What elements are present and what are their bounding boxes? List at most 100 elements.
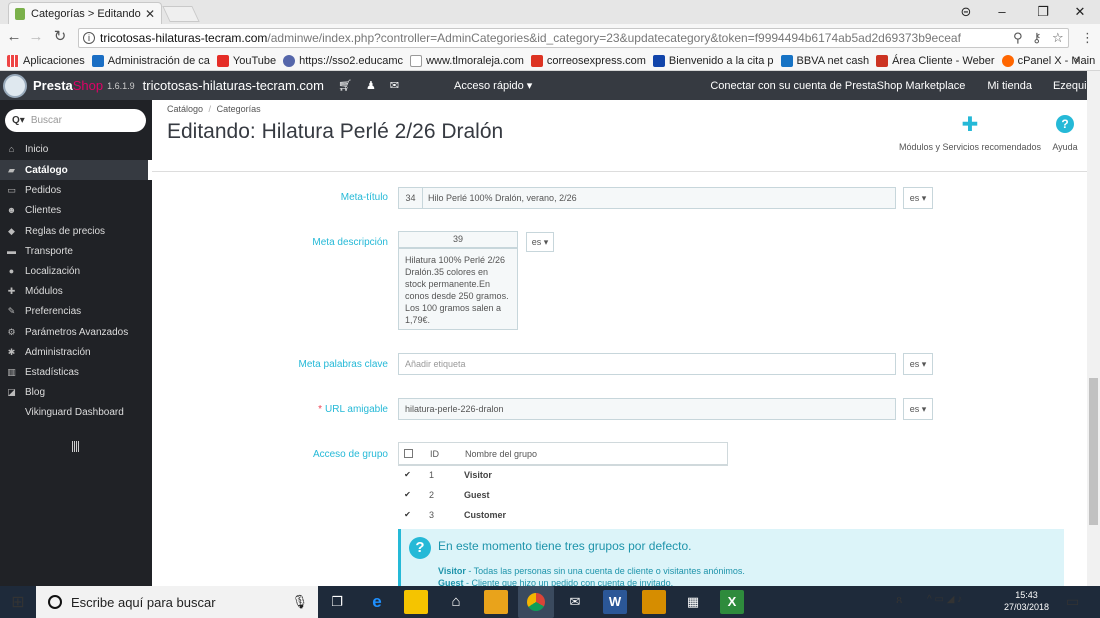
tags-icon: ◆: [8, 225, 15, 236]
breadcrumb-item[interactable]: Categorías: [217, 104, 261, 114]
taskbar-search-input[interactable]: Escribe aquí para buscar 🎙︎: [36, 586, 318, 618]
app-icon[interactable]: [484, 590, 508, 614]
edge-icon[interactable]: e: [365, 590, 389, 614]
group-checkbox[interactable]: ✔: [403, 470, 412, 480]
browser-tab[interactable]: Categorías > Editando: H ✕: [8, 2, 162, 24]
help-button[interactable]: ? Ayuda: [1050, 115, 1080, 152]
chrome-logo-icon: [527, 593, 545, 611]
sidebar-item-label: Pedidos: [25, 184, 62, 196]
bookmark-label: Bienvenido a la cita p: [668, 54, 774, 67]
sidebar-item-reglas[interactable]: ◆ Reglas de precios: [0, 221, 152, 241]
bookmark-item[interactable]: cPanel X - Main: [1001, 54, 1095, 67]
browser-menu-icon[interactable]: ⋮: [1081, 30, 1094, 46]
tab-close-icon[interactable]: ✕: [145, 7, 155, 21]
back-icon[interactable]: ←: [5, 28, 23, 46]
site-info-icon[interactable]: i: [83, 32, 95, 44]
url-bar[interactable]: i tricotosas-hilaturas-tecram.com/adminw…: [78, 28, 1069, 48]
meta-description-field[interactable]: Hilatura 100% Perlé 2/26 Dralón.35 color…: [398, 248, 518, 330]
sidebar-item-preferencias[interactable]: ✎ Preferencias: [0, 301, 152, 321]
scrollbar-thumb[interactable]: [1089, 378, 1098, 525]
file-explorer-icon[interactable]: [404, 590, 428, 614]
search-icon[interactable]: Q▾: [12, 115, 25, 126]
sidebar-item-inicio[interactable]: ⌂ Inicio: [0, 139, 152, 159]
sidebar-item-parametros[interactable]: ⚙ Parámetros Avanzados: [0, 322, 152, 342]
sidebar-item-vikinguard[interactable]: Vikinguard Dashboard: [0, 402, 152, 422]
friendly-url-field[interactable]: hilatura-perle-226-dralon: [398, 398, 896, 420]
windows-start-icon[interactable]: ⊞: [0, 586, 36, 618]
close-window-button[interactable]: ✕: [1062, 2, 1098, 22]
recommended-modules-button[interactable]: ✚ Módulos y Servicios recomendados: [897, 114, 1043, 152]
word-icon[interactable]: W: [603, 590, 627, 614]
notifications-icon[interactable]: ▭: [1066, 593, 1079, 610]
calculator-icon[interactable]: ▦: [681, 590, 705, 614]
mail-icon[interactable]: ✉: [563, 590, 587, 614]
bookmark-item[interactable]: YouTube: [216, 54, 276, 67]
search-input[interactable]: Q▾ Buscar: [5, 109, 146, 132]
sidebar-item-modulos[interactable]: ✚ Módulos: [0, 281, 152, 301]
bookmark-item[interactable]: https://sso2.educamc: [283, 54, 403, 67]
reload-icon[interactable]: ↻: [51, 28, 69, 46]
cart-icon[interactable]: 🛒︎: [338, 79, 352, 92]
chrome-icon[interactable]: [518, 586, 554, 618]
bookmark-item[interactable]: www.tlmoraleja.com: [410, 54, 524, 67]
bookmark-star-icon[interactable]: ☆: [1052, 30, 1064, 46]
meta-keywords-lang-select[interactable]: es ▾: [903, 353, 933, 375]
zoom-icon[interactable]: ⚲: [1013, 30, 1023, 46]
people-icon[interactable]: ጸ: [896, 594, 902, 607]
users-icon: ☻: [6, 205, 17, 215]
group-checkbox[interactable]: ✔: [403, 510, 412, 520]
page-icon: [410, 54, 423, 67]
user-icon[interactable]: ♟: [366, 79, 376, 92]
group-checkbox[interactable]: ✔: [403, 490, 412, 500]
minimize-button[interactable]: –: [984, 2, 1020, 22]
home-icon: ⌂: [8, 144, 15, 154]
bookmark-item[interactable]: Administración de ca: [91, 54, 210, 67]
meta-title-value: Hilo Perlé 100% Dralón, verano, 2/26: [428, 193, 577, 203]
excel-icon[interactable]: X: [720, 590, 744, 614]
sidebar-item-localizacion[interactable]: ● Localización: [0, 261, 152, 281]
quick-access-menu[interactable]: Acceso rápido ▾: [454, 79, 532, 92]
bookmark-item[interactable]: Área Cliente - Weber: [876, 54, 995, 67]
sidebar-item-blog[interactable]: ◪ Blog: [0, 382, 152, 402]
browser-tab-title: Categorías > Editando: H: [31, 7, 141, 20]
meta-keywords-field[interactable]: Añadir etiqueta: [398, 353, 896, 375]
shop-host-link[interactable]: tricotosas-hilaturas-tecram.com: [143, 78, 324, 93]
store-icon[interactable]: ⌂: [444, 590, 468, 614]
bookmark-item[interactable]: correosexpress.com: [530, 54, 646, 67]
select-all-checkbox[interactable]: [404, 449, 413, 458]
task-view-icon[interactable]: ❐: [325, 590, 349, 614]
microphone-icon[interactable]: 🎙︎: [291, 594, 308, 610]
tray-icons[interactable]: ^ ▭ ◢ ♪: [927, 594, 962, 605]
collapse-sidebar-icon[interactable]: [72, 441, 80, 452]
my-shop-link[interactable]: Mi tienda: [987, 80, 1032, 92]
restore-button[interactable]: ❐: [1025, 2, 1061, 22]
app-grid-icon[interactable]: [642, 590, 666, 614]
table-row: ✔ 3 Customer: [398, 505, 728, 525]
meta-description-lang-select[interactable]: es ▾: [526, 232, 554, 252]
meta-title-lang-select[interactable]: es ▾: [903, 187, 933, 209]
forward-icon[interactable]: →: [27, 28, 45, 46]
marketplace-link[interactable]: Conectar con su cuenta de PrestaShop Mar…: [710, 80, 965, 92]
profile-icon[interactable]: ⊝: [948, 2, 984, 22]
sidebar-item-clientes[interactable]: ☻ Clientes: [0, 200, 152, 220]
more-bookmarks-icon[interactable]: »: [1074, 54, 1080, 66]
breadcrumb-item[interactable]: Catálogo: [167, 104, 203, 114]
meta-title-field[interactable]: 34 Hilo Perlé 100% Dralón, verano, 2/26: [398, 187, 896, 209]
group-access-label: Acceso de grupo: [312, 449, 388, 460]
bookmark-item[interactable]: Aplicaciones: [7, 54, 85, 67]
sidebar-item-estadisticas[interactable]: ▥ Estadísticas: [0, 362, 152, 382]
sidebar-item-administracion[interactable]: ✱ Administración: [0, 342, 152, 362]
friendly-url-label-text: URL amigable: [325, 404, 388, 415]
url-host: tricotosas-hilaturas-tecram.com: [100, 31, 268, 45]
group-access-table: ID Nombre del grupo: [398, 442, 728, 466]
sidebar-item-pedidos[interactable]: ▭ Pedidos: [0, 180, 152, 200]
key-icon[interactable]: ⚷: [1032, 30, 1042, 46]
friendly-url-lang-select[interactable]: es ▾: [903, 398, 933, 420]
sidebar-item-catalogo[interactable]: ▰ Catálogo: [0, 160, 152, 180]
sidebar-item-transporte[interactable]: ▬ Transporte: [0, 241, 152, 261]
taskbar-clock[interactable]: 15:43 27/03/2018: [1004, 589, 1049, 613]
bookmark-item[interactable]: BBVA net cash: [780, 54, 869, 67]
envelope-icon[interactable]: ✉: [390, 79, 399, 92]
bookmark-item[interactable]: Bienvenido a la cita p: [652, 54, 774, 67]
bookmark-label: Área Cliente - Weber: [892, 54, 995, 67]
